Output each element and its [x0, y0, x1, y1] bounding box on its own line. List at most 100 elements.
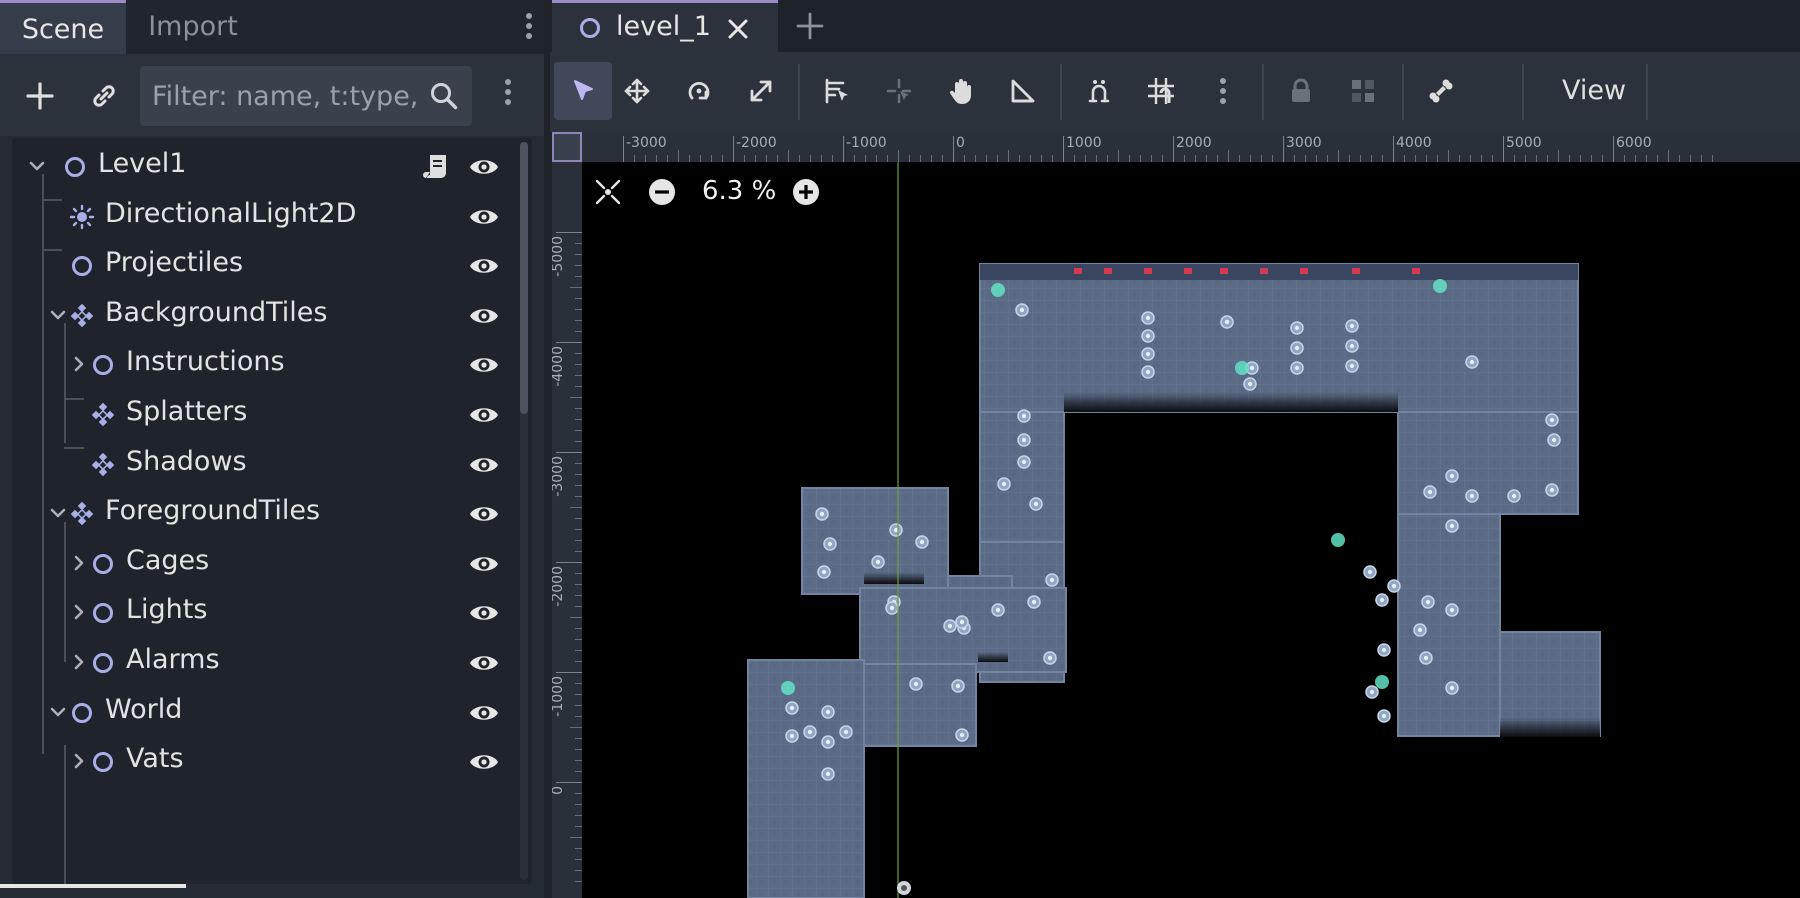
chevron-down-icon[interactable]: [47, 502, 69, 524]
ruler-minor-tick: [1140, 155, 1141, 162]
tree-item-world[interactable]: World: [12, 684, 512, 741]
visibility-eye-icon[interactable]: [468, 253, 500, 279]
visibility-eye-icon[interactable]: [468, 650, 500, 676]
ruler-minor-tick: [1151, 155, 1152, 162]
grid-snap-icon: [1148, 78, 1174, 104]
dock-menu-icon[interactable]: [522, 10, 536, 44]
grid-snap-button[interactable]: [1132, 62, 1190, 120]
ruler-horizontal[interactable]: -3000 -2000 -1000 0 1000 2000 3000 4000 5000 6000: [552, 132, 1800, 162]
tree-item-splatters[interactable]: Splatters: [12, 386, 512, 443]
scene-tab-level-1[interactable]: level_1: [552, 0, 778, 52]
tab-import[interactable]: Import: [128, 0, 258, 54]
tree-item-shadows[interactable]: Shadows: [12, 436, 512, 493]
tree-item-vats[interactable]: Vats: [12, 733, 512, 790]
group-button[interactable]: [1334, 62, 1392, 120]
filter-input[interactable]: [152, 66, 422, 126]
chevron-down-icon[interactable]: [47, 701, 69, 723]
pivot-icon: [886, 78, 912, 104]
ruler-minor-tick: [575, 518, 582, 519]
visibility-eye-icon[interactable]: [468, 551, 500, 577]
viewport-toolbar: View: [550, 52, 1800, 132]
ruler-minor-tick: [1030, 155, 1031, 162]
tree-item-lights[interactable]: Lights: [12, 584, 512, 641]
script-icon[interactable]: [422, 152, 450, 182]
chevron-right-icon[interactable]: [68, 552, 90, 574]
chevron-right-icon[interactable]: [68, 353, 90, 375]
node-circle-icon: [65, 157, 85, 177]
green-light: [1433, 279, 1447, 293]
light-sun-icon: [69, 204, 95, 229]
list-select-button[interactable]: [808, 62, 866, 120]
visibility-eye-icon[interactable]: [468, 452, 500, 478]
visibility-eye-icon[interactable]: [468, 600, 500, 626]
player-marker[interactable]: [897, 881, 911, 895]
search-icon[interactable]: [428, 80, 460, 112]
chevron-right-icon[interactable]: [68, 651, 90, 673]
tree-item-foregroundtiles[interactable]: ForegroundTiles: [12, 485, 512, 542]
room-shadow: [1064, 392, 1398, 412]
visibility-eye-icon[interactable]: [468, 352, 500, 378]
tree-connector-line: [64, 398, 84, 400]
new-tab-plus-icon[interactable]: [794, 10, 826, 42]
more-options-button[interactable]: [1194, 62, 1252, 120]
visibility-eye-icon[interactable]: [468, 749, 500, 775]
tree-item-label: Alarms: [126, 644, 220, 675]
ruler-tool-button[interactable]: [994, 62, 1052, 120]
tree-item-level1[interactable]: Level1: [12, 138, 512, 195]
instance-scene-button[interactable]: [78, 70, 130, 122]
close-icon[interactable]: [724, 15, 752, 43]
level-canvas[interactable]: [552, 132, 1800, 898]
ruler-label: -2000: [736, 135, 777, 151]
ruler-minor-tick: [1184, 155, 1185, 162]
tree-item-label: Vats: [126, 743, 184, 775]
chevron-right-icon[interactable]: [68, 750, 90, 772]
pan-tool-button[interactable]: [932, 62, 990, 120]
tree-item-projectiles[interactable]: Projectiles: [12, 237, 512, 294]
tab-scene[interactable]: Scene: [0, 0, 126, 54]
dock-bottom-tab[interactable]: [0, 884, 186, 888]
ruler-minor-tick: [1129, 155, 1130, 162]
rotate-tool-button[interactable]: [670, 62, 728, 120]
ruler-minor-tick: [1008, 150, 1009, 162]
ruler-corner[interactable]: [552, 132, 582, 162]
select-tool-button[interactable]: [554, 62, 612, 120]
visibility-eye-icon[interactable]: [468, 204, 500, 230]
chevron-right-icon[interactable]: [68, 601, 90, 623]
pivot-button[interactable]: [870, 62, 928, 120]
tree-item-directionallight2d[interactable]: DirectionalLight2D: [12, 188, 512, 245]
tree-scrollbar[interactable]: [520, 142, 528, 880]
center-view-icon[interactable]: [592, 176, 624, 208]
ruler-minor-tick: [575, 463, 582, 464]
ruler-minor-tick: [1602, 155, 1603, 162]
visibility-eye-icon[interactable]: [468, 303, 500, 329]
zoom-out-icon[interactable]: [646, 176, 678, 208]
ruler-vertical[interactable]: -5000 -4000 -3000 -2000 -1000 0: [552, 132, 582, 898]
pan-hand-icon: [949, 79, 971, 104]
tree-item-alarms[interactable]: Alarms: [12, 634, 512, 691]
canvas-viewport[interactable]: -3000 -2000 -1000 0 1000 2000 3000 4000 5000 6000…: [552, 132, 1800, 898]
ruler-label: 1000: [1066, 135, 1102, 151]
tree-item-backgroundtiles[interactable]: BackgroundTiles: [12, 287, 512, 344]
zoom-in-icon[interactable]: [790, 176, 822, 208]
ruler-minor-tick: [575, 320, 582, 321]
tree-scrollbar-thumb[interactable]: [520, 142, 528, 414]
visibility-eye-icon[interactable]: [468, 700, 500, 726]
vat-fixture: [1445, 603, 1459, 617]
smart-snap-button[interactable]: [1070, 62, 1128, 120]
skeleton-button[interactable]: [1412, 62, 1470, 120]
ruler-minor-tick: [1327, 155, 1328, 162]
chevron-down-icon[interactable]: [26, 155, 48, 177]
visibility-eye-icon[interactable]: [468, 154, 500, 180]
visibility-eye-icon[interactable]: [468, 402, 500, 428]
tree-menu-icon[interactable]: [498, 76, 518, 116]
tree-item-cages[interactable]: Cages: [12, 535, 512, 592]
move-tool-button[interactable]: [608, 62, 666, 120]
lock-button[interactable]: [1272, 62, 1330, 120]
zoom-level[interactable]: 6.3 %: [702, 176, 776, 206]
tree-item-instructions[interactable]: Instructions: [12, 336, 512, 393]
add-node-button[interactable]: [14, 70, 66, 122]
view-menu-button[interactable]: View: [1550, 62, 1638, 120]
scale-tool-button[interactable]: [732, 62, 790, 120]
visibility-eye-icon[interactable]: [468, 501, 500, 527]
ruler-major-tick: [556, 232, 582, 233]
